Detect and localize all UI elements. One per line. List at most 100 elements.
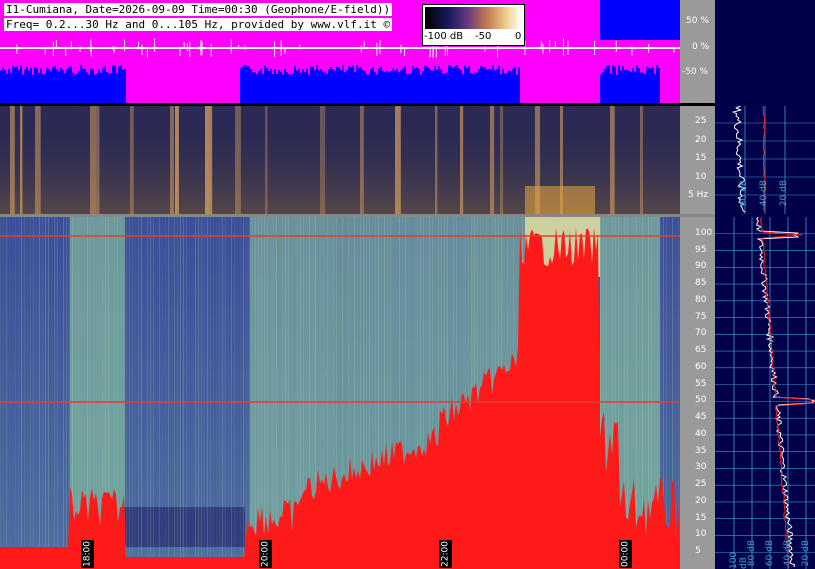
amplitude-bar bbox=[300, 72, 302, 103]
low-frequency-streak bbox=[35, 106, 41, 214]
amplitude-bar bbox=[62, 69, 64, 103]
amplitude-bar bbox=[340, 70, 342, 103]
spectrogram-streak bbox=[9, 217, 10, 569]
amplitude-bar bbox=[460, 69, 462, 103]
spectrogram-streak bbox=[645, 217, 646, 569]
spectrogram-streak bbox=[234, 217, 235, 569]
amplitude-bar bbox=[68, 67, 70, 103]
amplitude-bar bbox=[462, 74, 464, 103]
freq-tick-55: 55 bbox=[695, 378, 707, 389]
amplitude-bar bbox=[268, 71, 270, 103]
low-frequency-streak bbox=[95, 106, 100, 214]
spectrogram-streak bbox=[144, 217, 145, 569]
amplitude-bar bbox=[402, 68, 404, 103]
amplitude-bar bbox=[240, 67, 242, 103]
amplitude-bar bbox=[98, 69, 100, 103]
amplitude-bar bbox=[284, 69, 286, 103]
amplitude-bar bbox=[650, 68, 652, 103]
amplitude-bar bbox=[630, 71, 632, 103]
freq-tick-65: 65 bbox=[695, 345, 707, 356]
amplitude-bar bbox=[652, 67, 654, 103]
amplitude-bar bbox=[270, 68, 272, 103]
freq-tick-45: 45 bbox=[695, 412, 707, 423]
amplitude-bar bbox=[276, 73, 278, 103]
amplitude-bar bbox=[634, 71, 636, 103]
colorbar: -100 dB -50 0 bbox=[422, 4, 525, 46]
low-frequency-streak bbox=[20, 106, 23, 214]
spectrogram-streak bbox=[57, 217, 58, 569]
low-frequency-streak bbox=[170, 106, 174, 214]
amplitude-bar bbox=[512, 68, 514, 103]
side-axis-label-bottom: 100 dB bbox=[729, 551, 749, 569]
amplitude-bar bbox=[262, 73, 264, 103]
amplitude-bar bbox=[624, 69, 626, 103]
amplitude-bar bbox=[648, 67, 650, 103]
amplitude-bar bbox=[16, 66, 18, 103]
spectrogram-streak bbox=[177, 217, 178, 569]
amplitude-bar bbox=[388, 72, 390, 103]
spectrogram-streak bbox=[210, 217, 211, 569]
freq-tick-15: 15 bbox=[695, 512, 707, 523]
spectrogram-streak bbox=[669, 217, 670, 569]
amplitude-bar bbox=[610, 73, 612, 103]
freq-tick-75: 75 bbox=[695, 311, 707, 322]
amplitude-bar bbox=[352, 65, 354, 103]
amplitude-bar bbox=[424, 65, 426, 103]
amplitude-bar bbox=[104, 66, 106, 103]
amplitude-bar bbox=[358, 67, 360, 103]
spectrogram-streak bbox=[246, 217, 247, 569]
amplitude-bar bbox=[36, 68, 38, 103]
amplitude-bar bbox=[458, 68, 460, 103]
amplitude-bar bbox=[80, 65, 82, 103]
low-frequency-streak bbox=[320, 106, 326, 214]
header-title-line-1: I1-Cumiana, Date=2026-09-09 Time=00:30 (… bbox=[4, 3, 393, 16]
amplitude-bar bbox=[318, 70, 320, 103]
amplitude-bar bbox=[628, 70, 630, 103]
spectrogram-streak bbox=[33, 217, 34, 569]
spectrogram-streak bbox=[165, 217, 166, 569]
amplitude-bar bbox=[90, 68, 92, 103]
freq-tick-60: 60 bbox=[695, 361, 707, 372]
amplitude-bar bbox=[278, 69, 280, 103]
amplitude-bar bbox=[248, 66, 250, 103]
freq-tick-90: 90 bbox=[695, 261, 707, 272]
amplitude-bar bbox=[44, 73, 46, 103]
amplitude-bar bbox=[432, 70, 434, 103]
amplitude-bar bbox=[94, 74, 96, 103]
amplitude-bar bbox=[392, 68, 394, 103]
spectrogram-streak bbox=[174, 217, 175, 569]
spectrogram-streak bbox=[243, 217, 244, 569]
amplitude-bar bbox=[272, 74, 274, 103]
amplitude-bar bbox=[112, 65, 114, 103]
spectrogram-streak bbox=[3, 217, 4, 569]
amplitude-bar bbox=[450, 65, 452, 103]
spectrogram-streak bbox=[132, 217, 133, 569]
amplitude-bar bbox=[296, 70, 298, 103]
amplitude-bar bbox=[292, 73, 294, 103]
amplitude-bar bbox=[486, 69, 488, 103]
amplitude-bar bbox=[396, 68, 398, 103]
spectrogram-streak bbox=[162, 217, 163, 569]
amplitude-bar bbox=[374, 72, 376, 103]
amplitude-bar bbox=[446, 72, 448, 103]
spectrogram-streak bbox=[183, 217, 184, 569]
amplitude-bar bbox=[632, 68, 634, 103]
low-frequency-streak bbox=[210, 106, 213, 214]
time-label-2200: 22:00 bbox=[439, 540, 452, 568]
low-frequency-streak bbox=[235, 106, 241, 214]
low-frequency-spectrogram bbox=[0, 106, 680, 214]
freq-tick-10: 10 bbox=[695, 529, 707, 540]
spectrogram-streak bbox=[21, 217, 22, 569]
spectrogram-streak bbox=[60, 217, 61, 569]
amplitude-bar bbox=[100, 72, 102, 103]
spectrogram-streak bbox=[195, 217, 196, 569]
amplitude-bar bbox=[246, 65, 248, 103]
amplitude-bar bbox=[84, 68, 86, 103]
amplitude-bar bbox=[400, 70, 402, 103]
amplitude-bar bbox=[390, 71, 392, 103]
amplitude-bar bbox=[506, 72, 508, 103]
freq-tick-95: 95 bbox=[695, 244, 707, 255]
spectrogram-streak bbox=[276, 217, 277, 569]
spectrogram-streak bbox=[153, 217, 154, 569]
spectrogram-streak bbox=[636, 217, 637, 569]
